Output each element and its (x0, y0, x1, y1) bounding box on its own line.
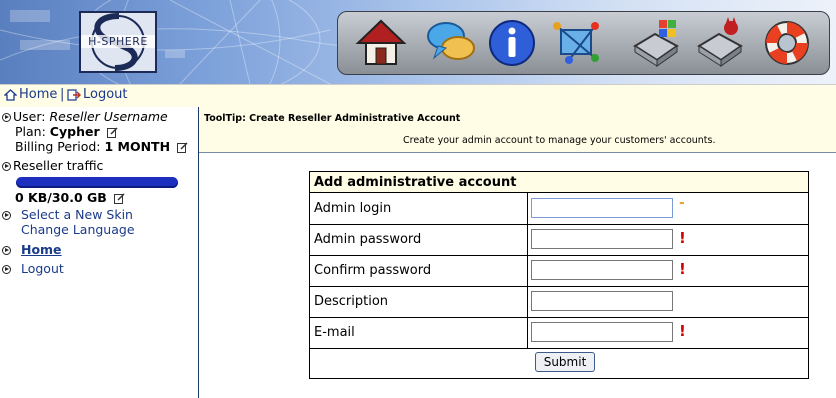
nav-logout-label[interactable]: Logout (83, 87, 128, 102)
arrow-circle-icon (2, 211, 11, 220)
edit-billing-icon[interactable] (177, 142, 188, 153)
help-lifebuoy-icon (765, 21, 809, 65)
sidebar-item-home[interactable]: Home (2, 242, 62, 257)
sidebar-user-row: User: Reseller Username (2, 109, 168, 124)
arrow-circle-icon (2, 162, 11, 171)
info-icon (489, 20, 535, 66)
home-small-icon (4, 88, 17, 101)
nav-home-link[interactable]: Home (4, 87, 57, 102)
logo-text: H-SPHERE (81, 35, 155, 48)
form-row-description: Description (310, 286, 808, 318)
sidebar-home-link[interactable]: Home (21, 242, 62, 257)
admin-password-input[interactable] (531, 229, 673, 249)
help-toolbar-button[interactable] (760, 16, 814, 70)
tooltip-text: Create your admin account to manage your… (403, 135, 716, 146)
arrow-circle-icon (2, 265, 11, 274)
sidebar-traffic-value-row: 0 KB/30.0 GB (15, 190, 125, 205)
home-toolbar-button[interactable] (354, 16, 408, 70)
optional-mark: - (679, 195, 685, 211)
sidebar-item-change-language[interactable]: Change Language (21, 222, 135, 237)
change-language-link[interactable]: Change Language (21, 222, 135, 237)
admin-login-label: Admin login (314, 201, 392, 216)
header-banner: H-SPHERE (0, 0, 836, 84)
select-skin-link[interactable]: Select a New Skin (21, 207, 133, 222)
traffic-value: 0 KB/30.0 GB (15, 190, 107, 205)
admin-password-label: Admin password (314, 232, 422, 247)
main-toolbar (337, 11, 830, 75)
h-sphere-logo[interactable]: H-SPHERE (79, 11, 157, 73)
email-input[interactable] (531, 322, 673, 342)
nav-home-label[interactable]: Home (19, 87, 57, 102)
required-mark: ! (679, 260, 686, 278)
form-row-admin-password: Admin password ! (310, 224, 808, 256)
arrow-circle-icon (2, 246, 11, 255)
sidebar-logout-link[interactable]: Logout (21, 261, 64, 276)
sidebar: User: Reseller Username Plan: Cypher Bil… (0, 107, 199, 398)
tooltip-title: ToolTip: Create Reseller Administrative … (204, 113, 461, 124)
sidebar-plan-row: Plan: Cypher (15, 124, 118, 139)
sidebar-billing-row: Billing Period: 1 MONTH (15, 139, 188, 154)
billing-value: 1 MONTH (104, 139, 171, 154)
info-toolbar-button[interactable] (485, 16, 539, 70)
description-input[interactable] (531, 291, 673, 311)
email-label: E-mail (314, 325, 355, 340)
description-label: Description (314, 294, 389, 309)
logout-small-icon (67, 88, 81, 101)
user-value: Reseller Username (49, 109, 168, 124)
edit-traffic-icon[interactable] (114, 193, 125, 204)
edit-plan-icon[interactable] (106, 127, 118, 138)
plan-label: Plan: (15, 124, 46, 139)
traffic-progress-bar (16, 177, 178, 188)
form-row-admin-login: Admin login - (310, 193, 808, 225)
sidebar-item-select-skin[interactable]: Select a New Skin (2, 207, 133, 222)
tooltip-box: ToolTip: Create Reseller Administrative … (199, 107, 836, 153)
sidebar-traffic-row: Reseller traffic (2, 158, 103, 173)
plan-value: Cypher (49, 124, 100, 139)
nav-separator: | (60, 87, 65, 102)
admin-login-input[interactable] (531, 198, 673, 218)
traffic-label: Reseller traffic (13, 158, 104, 173)
nav-logout-link[interactable]: Logout (67, 87, 128, 102)
required-mark: ! (679, 229, 686, 247)
form-heading: Add administrative account (310, 172, 808, 193)
unix-server-toolbar-button[interactable] (693, 16, 747, 70)
chat-icon (427, 22, 475, 60)
confirm-password-label: Confirm password (314, 263, 432, 278)
form-heading-text: Add administrative account (314, 175, 517, 190)
windows-server-icon (633, 20, 679, 67)
confirm-password-input[interactable] (531, 260, 673, 280)
home-icon (355, 19, 407, 65)
form-row-confirm-password: Confirm password ! (310, 255, 808, 287)
network-icon (553, 22, 599, 64)
required-mark: ! (679, 322, 686, 340)
chat-toolbar-button[interactable] (424, 16, 478, 70)
network-toolbar-button[interactable] (549, 16, 603, 70)
submit-button[interactable]: Submit (535, 352, 595, 372)
user-label: User: (13, 109, 46, 124)
top-nav-bar: Home | Logout (0, 84, 836, 108)
arrow-circle-icon (2, 113, 11, 122)
form-row-email: E-mail ! (310, 317, 808, 349)
billing-label: Billing Period: (15, 139, 101, 154)
sidebar-item-logout[interactable]: Logout (2, 261, 64, 276)
add-admin-form: Add administrative account Admin login -… (309, 171, 809, 379)
windows-server-toolbar-button[interactable] (629, 16, 683, 70)
unix-server-icon (697, 17, 743, 67)
